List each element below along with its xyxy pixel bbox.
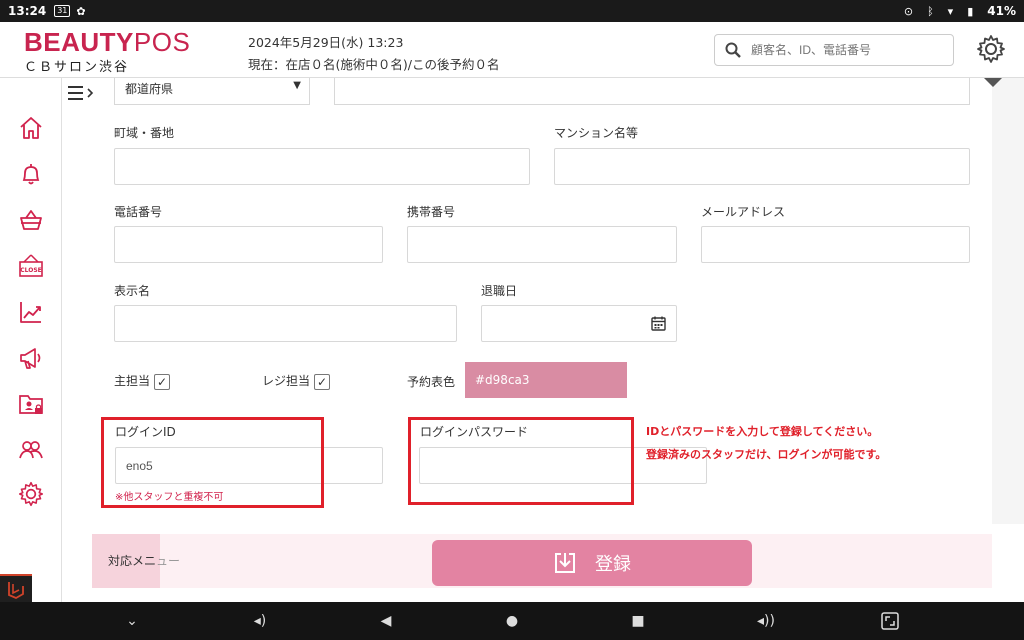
megaphone-icon[interactable] [17, 344, 45, 372]
users-icon[interactable] [17, 436, 45, 464]
save-download-icon [555, 553, 575, 573]
email-input[interactable] [701, 226, 970, 263]
retire-date-input[interactable] [481, 305, 677, 342]
search-input[interactable] [751, 43, 941, 57]
phone-input[interactable] [114, 226, 383, 263]
clock: 13:24 [8, 4, 47, 18]
android-nav-bar: ⌄ ◂) ◀ ● ■ ◂)) [0, 602, 1024, 640]
scroll-strip [992, 78, 1024, 524]
app-launcher-icon[interactable] [0, 574, 32, 602]
search-icon [725, 42, 741, 58]
mobile-label: 携帯番号 [407, 205, 456, 219]
bell-icon[interactable] [17, 160, 45, 188]
annotation-line-1: IDとパスワードを入力して登録してください。 [646, 425, 879, 438]
main-staff-label: 主担当 [114, 374, 151, 388]
supported-menu-label-faded: ュー [156, 554, 181, 568]
display-name-label: 表示名 [114, 284, 151, 298]
main-staff-checkbox[interactable]: ✓ [154, 373, 171, 390]
highlight-password [408, 417, 634, 505]
register-staff-label: レジ担当 [262, 374, 311, 388]
wifi-icon: ▾ [947, 4, 954, 18]
prefecture-select-value: 都道府県 [125, 82, 174, 96]
town-label: 町域・番地 [114, 126, 175, 140]
volume-down-icon[interactable]: ◂) [250, 612, 270, 630]
main-staff-field: 主担当 ✓ [114, 372, 171, 390]
menu-toggle-icon[interactable] [68, 84, 96, 106]
pinwheel-icon: ✿ [76, 4, 86, 18]
sync-icon: ⊙ [903, 4, 914, 18]
highlight-login-id [101, 417, 324, 508]
shop-name: ＣＢサロン渋谷 [24, 60, 130, 75]
mobile-input[interactable] [407, 226, 677, 263]
phone-label: 電話番号 [114, 205, 163, 219]
register-staff-checkbox[interactable]: ✓ [314, 373, 331, 390]
home-circle-icon[interactable]: ● [502, 612, 522, 630]
color-label: 予約表色 [407, 375, 456, 389]
sidebar-nav: CLOSE [0, 78, 62, 602]
calendar-icon[interactable] [651, 316, 666, 331]
store-status: 現在：在店０名(施術中０名)/この後予約０名 [248, 57, 500, 72]
close-sign-icon[interactable]: CLOSE [17, 252, 45, 280]
back-icon[interactable]: ◀ [376, 612, 396, 630]
brand-accent: POS [133, 27, 191, 57]
supported-menu-label: 対応メニ [108, 554, 157, 568]
settings-gear-icon[interactable] [976, 34, 1006, 68]
android-status-bar: 13:24 31 ✿ ⊙ ᛒ ▾ ▮ 41% [0, 0, 1024, 22]
building-label: マンション名等 [554, 126, 639, 140]
collapse-arrow-icon[interactable] [984, 78, 1002, 87]
register-button-label: 登録 [595, 554, 631, 575]
calendar-icon: 31 [54, 5, 71, 17]
prefecture-select[interactable]: 都道府県 ▼ [114, 78, 310, 105]
battery-icon: ▮ [967, 4, 974, 18]
retire-date-label: 退職日 [481, 284, 518, 298]
brand-main: BEAUTY [24, 27, 134, 57]
folder-lock-icon[interactable] [17, 390, 45, 418]
svg-text:CLOSE: CLOSE [20, 267, 42, 274]
bluetooth-icon: ᛒ [927, 4, 934, 18]
volume-up-icon[interactable]: ◂)) [756, 612, 776, 630]
chart-icon[interactable] [17, 298, 45, 326]
supported-menu-tab[interactable]: 対応メニュー [92, 534, 180, 588]
display-name-input[interactable] [114, 305, 457, 342]
app-header: BEAUTYPOS ＣＢサロン渋谷 2024年5月29日(水) 13:23 現在… [0, 22, 1024, 78]
register-button[interactable]: 登録 [432, 540, 752, 586]
building-input[interactable] [554, 148, 970, 185]
address-input[interactable] [334, 78, 970, 105]
reservation-color-picker[interactable]: #d98ca3 [465, 362, 627, 398]
chevron-down-icon: ▼ [293, 80, 301, 91]
brand-logo[interactable]: BEAUTYPOS ＣＢサロン渋谷 [24, 28, 190, 75]
email-label: メールアドレス [701, 205, 786, 219]
customer-search[interactable] [714, 34, 954, 66]
annotation-line-2: 登録済みのスタッフだけ、ログインが可能です。 [646, 448, 887, 461]
register-staff-field: レジ担当 ✓ [262, 372, 331, 390]
basket-icon[interactable] [17, 206, 45, 234]
header-info: 2024年5月29日(水) 13:23 現在：在店０名(施術中０名)/この後予約… [248, 32, 499, 76]
recents-icon[interactable]: ■ [628, 612, 648, 630]
town-input[interactable] [114, 148, 530, 185]
current-datetime: 2024年5月29日(水) 13:23 [248, 35, 404, 50]
screen-expand-icon[interactable] [880, 612, 900, 630]
battery-level: 41% [987, 4, 1016, 18]
gear-icon[interactable] [17, 480, 45, 508]
chevron-down-icon[interactable]: ⌄ [122, 612, 142, 630]
home-icon[interactable] [17, 114, 45, 142]
